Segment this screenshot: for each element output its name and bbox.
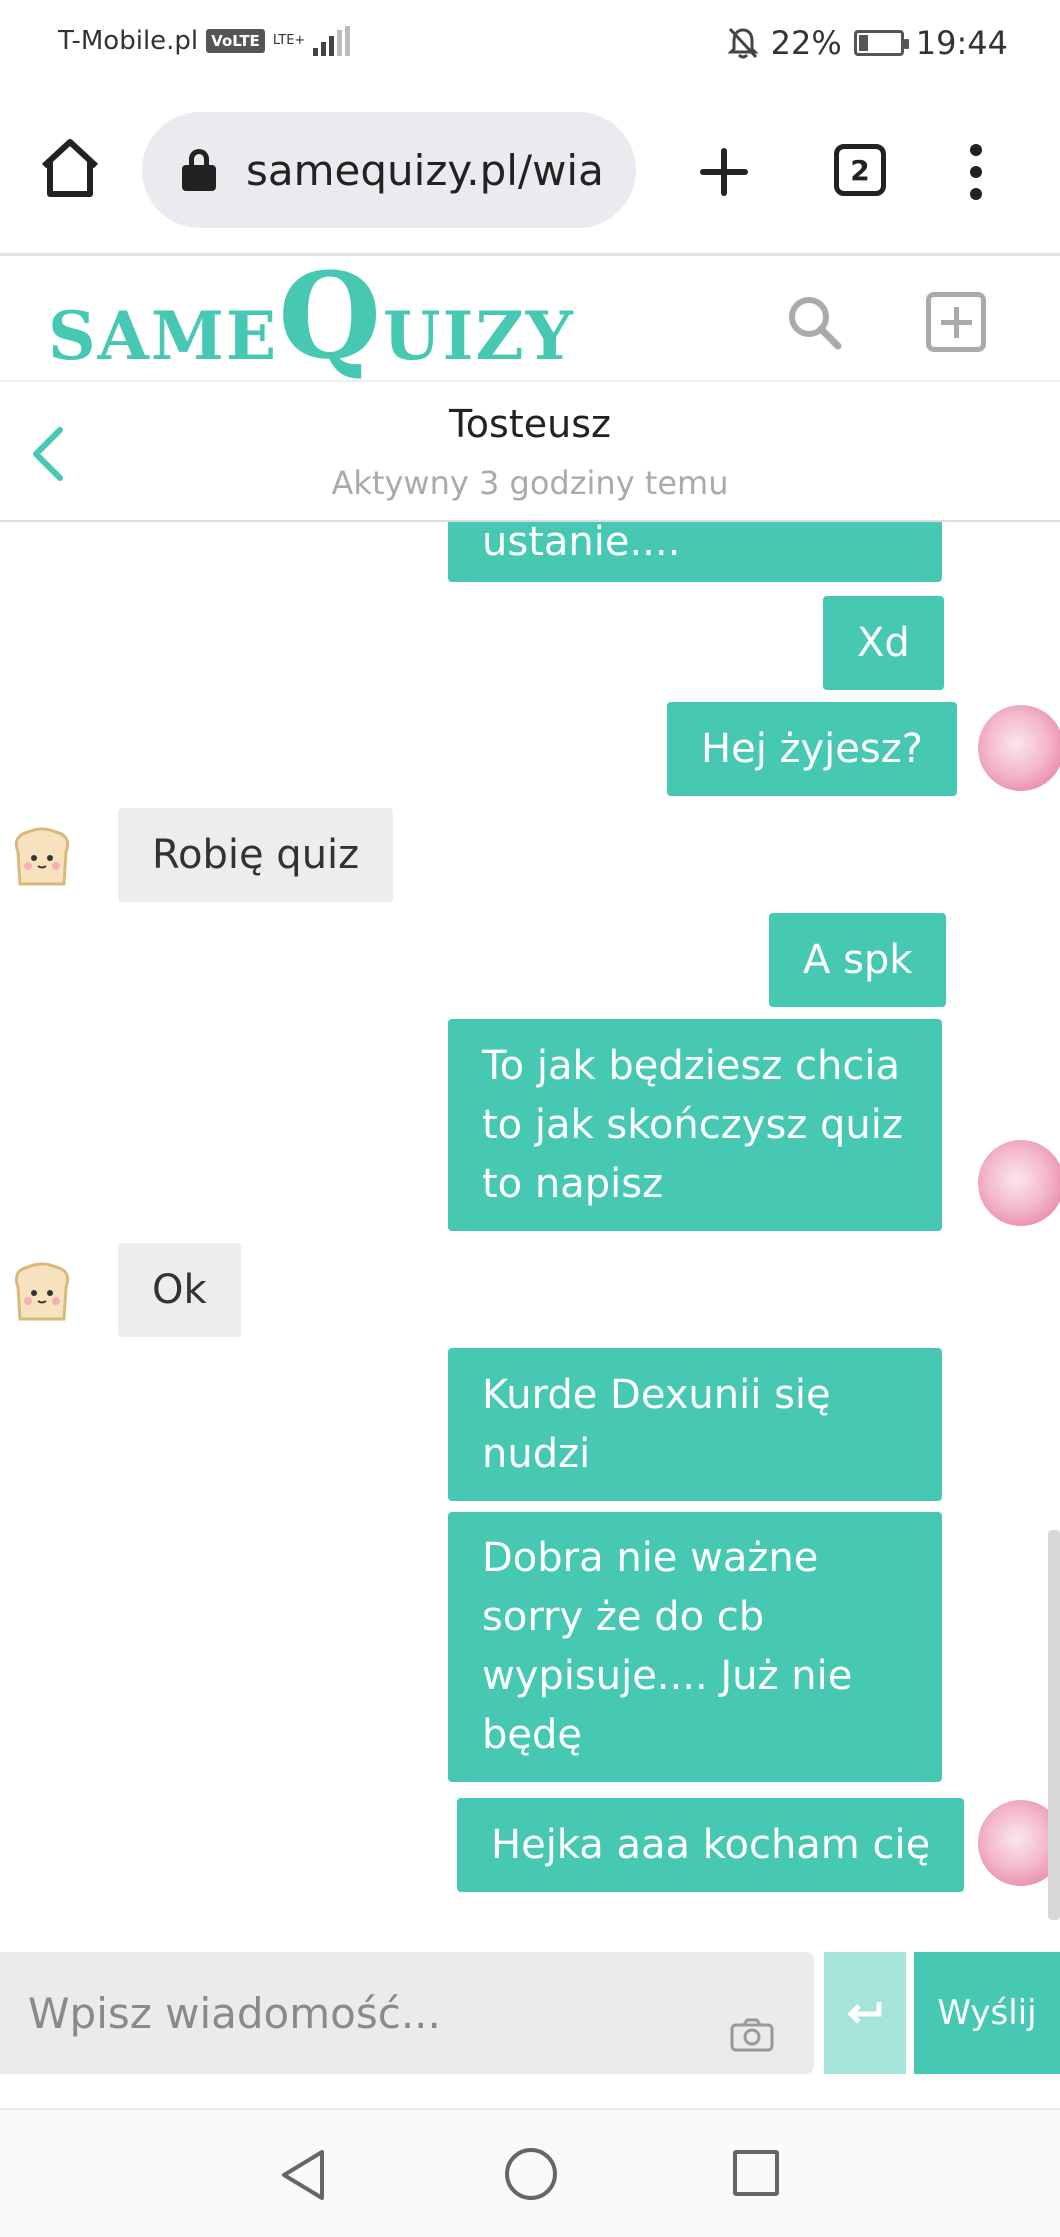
- camera-icon[interactable]: [730, 2018, 774, 2052]
- conversation-header: Tosteusz Aktywny 3 godziny temu: [0, 382, 1060, 522]
- message-line: Kurde Dexunii się: [482, 1371, 831, 1418]
- message-text: Hej żyjesz?: [701, 725, 923, 772]
- status-right: 22% 19:44: [727, 24, 1008, 62]
- message-line: to jak skończysz quiz: [482, 1101, 903, 1148]
- scrollbar[interactable]: [1048, 1530, 1060, 1920]
- battery-percent: 22%: [770, 24, 842, 62]
- home-circle-icon[interactable]: [505, 2148, 557, 2200]
- logo-uizy: uizy: [383, 297, 575, 375]
- status-bar: T-Mobile.pl VoLTE LTE+ 22% 19:44: [0, 0, 1060, 90]
- android-nav-bar: [0, 2110, 1060, 2237]
- enter-icon: [847, 2002, 882, 2024]
- message-list[interactable]: ustanie.... Xd Hej żyjesz? Robię quiz A …: [0, 522, 1060, 1920]
- browser-toolbar: samequizy.pl/wia 2: [0, 90, 1060, 256]
- message-input[interactable]: [0, 1952, 814, 2074]
- url-text: samequizy.pl/wia: [246, 145, 604, 195]
- volte-badge: VoLTE: [206, 29, 265, 53]
- message-text: Ok: [152, 1266, 207, 1313]
- message-text: Xd: [857, 619, 910, 666]
- message-text: ustanie....: [482, 522, 681, 565]
- message-outgoing: To jak będziesz chcia to jak skończysz q…: [448, 1019, 942, 1231]
- message-outgoing: A spk: [769, 913, 947, 1007]
- message-line: to napisz: [482, 1160, 664, 1207]
- message-line: nudzi: [482, 1430, 591, 1477]
- alarm-off-icon: [727, 27, 759, 59]
- message-text: Hejka aaa kocham cię: [491, 1821, 931, 1868]
- signal-icon: [313, 26, 351, 56]
- message-outgoing: Dobra nie ważne sorry że do cb wypisuje.…: [448, 1512, 942, 1782]
- contact-status: Aktywny 3 godziny temu: [331, 464, 729, 502]
- tab-count: 2: [850, 153, 870, 187]
- message-incoming: Robię quiz: [118, 808, 394, 902]
- message-line: sorry że do cb: [482, 1594, 765, 1640]
- contact-name[interactable]: Tosteusz: [0, 402, 1060, 446]
- battery-fill: [858, 35, 868, 51]
- message-text: Robię quiz: [152, 831, 360, 878]
- send-button[interactable]: Wyślij: [914, 1952, 1060, 2074]
- toast-avatar-icon[interactable]: [8, 1257, 76, 1325]
- carrier-name: T-Mobile.pl: [58, 26, 199, 56]
- network-type: LTE+: [272, 33, 306, 48]
- my-avatar[interactable]: [978, 1140, 1060, 1226]
- my-avatar[interactable]: [978, 705, 1060, 791]
- recents-icon[interactable]: [733, 2150, 779, 2196]
- message-incoming: Ok: [118, 1243, 241, 1337]
- message-line: wypisuje.... Już nie: [482, 1653, 853, 1699]
- menu-icon[interactable]: [964, 144, 988, 200]
- search-icon[interactable]: [784, 292, 844, 352]
- lock-icon: [182, 149, 216, 191]
- logo-q: Q: [278, 246, 384, 385]
- message-outgoing: Kurde Dexunii się nudzi: [448, 1348, 942, 1501]
- composer: Wyślij: [0, 1920, 1060, 2110]
- message-outgoing: ustanie....: [448, 522, 942, 582]
- back-icon[interactable]: [278, 2148, 328, 2202]
- url-bar[interactable]: samequizy.pl/wia: [142, 112, 636, 228]
- clock: 19:44: [915, 24, 1008, 62]
- message-text: A spk: [803, 936, 913, 983]
- message-outgoing: Hejka aaa kocham cię: [457, 1798, 965, 1892]
- add-quiz-icon[interactable]: [926, 292, 986, 352]
- battery-icon: [853, 30, 909, 56]
- samequizy-logo[interactable]: same Q uizy: [48, 246, 575, 385]
- message-line: To jak będziesz chcia: [482, 1042, 900, 1089]
- toast-avatar-icon[interactable]: [8, 822, 76, 890]
- home-icon[interactable]: [36, 134, 104, 202]
- logo-same: same: [48, 297, 279, 375]
- enter-toggle-button[interactable]: [824, 1952, 906, 2074]
- message-line: będę: [482, 1712, 582, 1758]
- site-header: same Q uizy: [0, 256, 1060, 382]
- message-line: Dobra nie ważne: [482, 1535, 819, 1581]
- message-outgoing: Hej żyjesz?: [667, 702, 957, 796]
- message-outgoing: Xd: [823, 596, 944, 690]
- status-left: T-Mobile.pl VoLTE LTE+: [58, 26, 351, 56]
- tabs-icon[interactable]: 2: [834, 144, 886, 196]
- new-tab-icon[interactable]: [696, 144, 752, 200]
